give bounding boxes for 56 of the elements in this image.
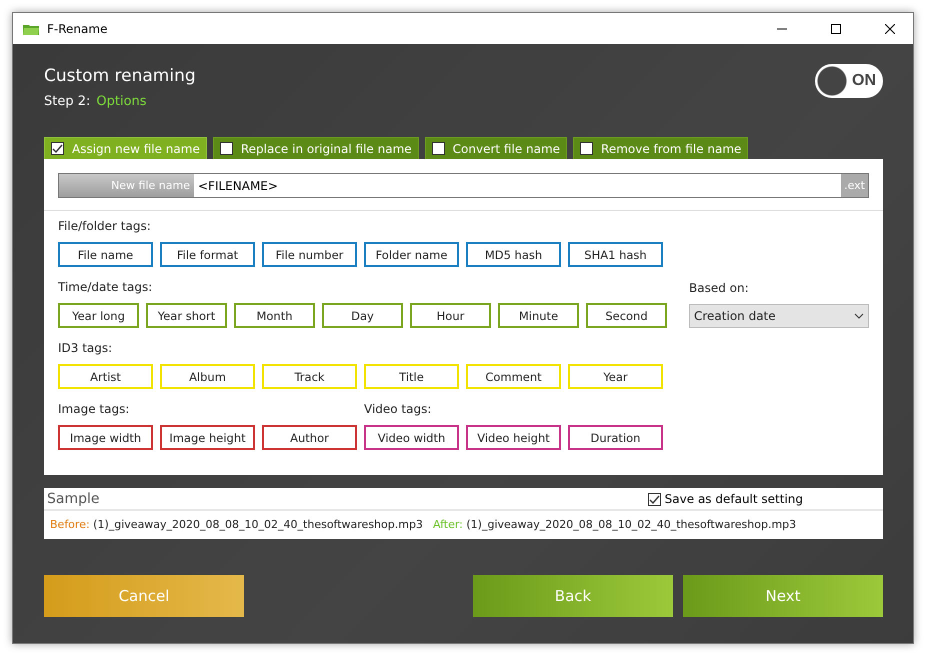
tag-button[interactable]: Year long xyxy=(58,303,139,328)
field-label: New file name xyxy=(58,173,194,198)
tag-button[interactable]: Artist xyxy=(58,364,153,389)
after-sample: After: (1)_giveaway_2020_08_08_10_02_40_thesoftwareshop.mp3 xyxy=(432,518,796,531)
sample-title: Sample xyxy=(47,491,100,507)
tag-button[interactable]: Image height xyxy=(160,425,255,450)
new-file-name-field[interactable]: <FILENAME> xyxy=(194,173,842,198)
tag-button[interactable]: SHA1 hash xyxy=(568,242,663,267)
tag-button[interactable]: File name xyxy=(58,242,153,267)
step-name: Options xyxy=(96,94,147,109)
tag-button[interactable]: File number xyxy=(262,242,357,267)
tag-button[interactable]: Track xyxy=(262,364,357,389)
tag-button[interactable]: Video height xyxy=(466,425,561,450)
step-label: Step 2: xyxy=(44,94,90,109)
tag-group-label: Time/date tags: xyxy=(58,280,154,294)
maximize-icon xyxy=(831,24,841,34)
mode-tab[interactable]: Convert file name xyxy=(424,137,568,159)
tag-button[interactable]: Video width xyxy=(364,425,459,450)
extension-label: .ext xyxy=(841,173,869,198)
tag-button[interactable]: Comment xyxy=(466,364,561,389)
close-icon xyxy=(885,24,895,34)
tag-button[interactable]: Folder name xyxy=(364,242,459,267)
tag-button[interactable]: Hour xyxy=(410,303,491,328)
tag-button[interactable]: Image width xyxy=(58,425,153,450)
tag-button[interactable]: Album xyxy=(160,364,255,389)
based-on-label: Based on: xyxy=(689,281,750,295)
tag-group-label: ID3 tags: xyxy=(58,341,114,355)
tab-checkbox[interactable] xyxy=(580,142,594,155)
tag-group-label: Image tags: xyxy=(58,402,130,416)
mode-tab[interactable]: Remove from file name xyxy=(573,137,748,159)
tag-button[interactable]: Second xyxy=(586,303,667,328)
tag-button[interactable]: Month xyxy=(234,303,315,328)
tag-button[interactable]: File format xyxy=(160,242,255,267)
folder-icon xyxy=(23,22,39,34)
tab-checkbox[interactable] xyxy=(51,142,64,155)
tag-group-label: File/folder tags: xyxy=(58,219,152,233)
window-title: F-Rename xyxy=(47,22,108,36)
tag-button[interactable]: Duration xyxy=(568,425,663,450)
chevron-down-icon xyxy=(854,313,864,319)
tag-button[interactable]: Minute xyxy=(498,303,579,328)
save-default-checkbox[interactable]: Save as default setting xyxy=(648,492,803,506)
tab-checkbox[interactable] xyxy=(220,142,233,155)
tag-button[interactable]: Title xyxy=(364,364,459,389)
tag-button[interactable]: Year xyxy=(568,364,663,389)
mode-tab[interactable]: Replace in original file name xyxy=(212,137,419,159)
tag-button[interactable]: Day xyxy=(322,303,403,328)
tab-checkbox[interactable] xyxy=(432,142,445,155)
tag-group-label: Video tags: xyxy=(364,402,432,416)
tag-button[interactable]: MD5 hash xyxy=(466,242,561,267)
on-off-toggle[interactable]: ON xyxy=(815,64,883,98)
tag-button[interactable]: Year short xyxy=(146,303,227,328)
checkbox-box[interactable] xyxy=(648,492,661,506)
before-sample: Before: (1)_giveaway_2020_08_08_10_02_40_thesoftwareshop.mp3 xyxy=(50,518,423,531)
tag-button[interactable]: Author xyxy=(262,425,357,450)
date-source-dropdown[interactable]: Creation date xyxy=(689,304,869,328)
page-heading: Custom renaming xyxy=(44,66,196,86)
